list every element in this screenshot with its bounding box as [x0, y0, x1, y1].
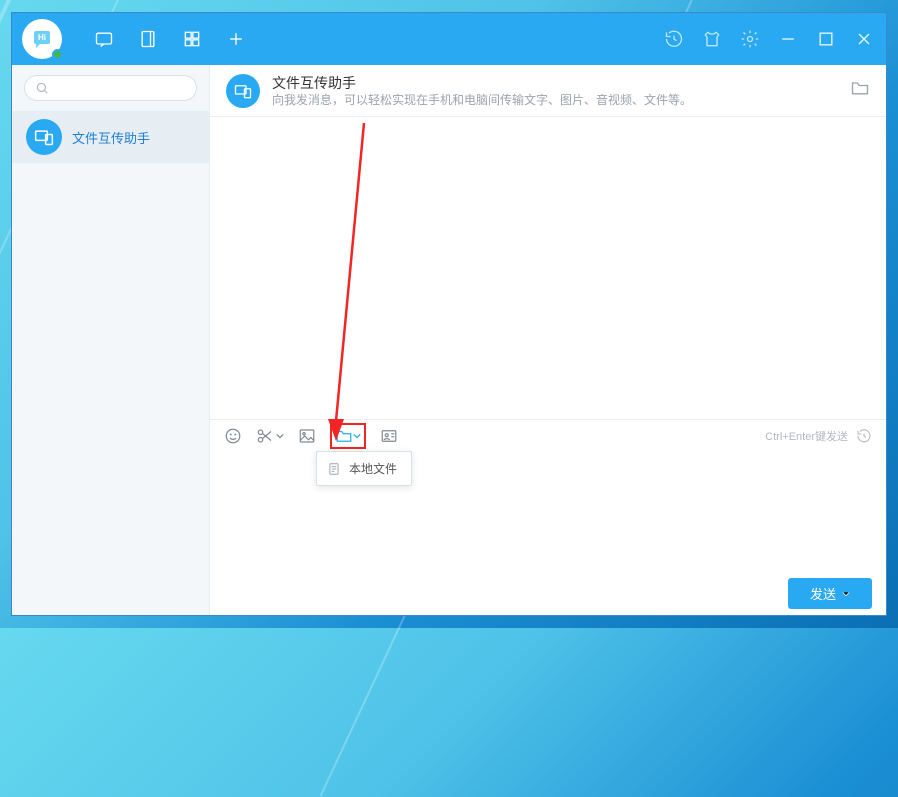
add-icon[interactable]	[226, 29, 246, 49]
devices-icon	[226, 74, 260, 108]
chevron-down-icon	[842, 586, 850, 601]
dropdown-item-local-file[interactable]: 本地文件	[317, 456, 411, 481]
chevron-down-icon	[276, 427, 284, 445]
minimize-icon[interactable]	[778, 29, 798, 49]
apps-icon[interactable]	[182, 29, 202, 49]
chat-header: 文件互传助手 向我发消息，可以轻松实现在手机和电脑间传输文字、图片、音视频、文件…	[210, 65, 886, 117]
svg-text:Hi: Hi	[38, 33, 46, 42]
send-hint: Ctrl+Enter键发送	[765, 428, 872, 444]
close-icon[interactable]	[854, 29, 874, 49]
send-button[interactable]: 发送	[788, 578, 872, 609]
send-file-tool[interactable]	[330, 423, 366, 449]
dropdown-label: 本地文件	[349, 460, 397, 477]
history-icon[interactable]	[856, 428, 872, 444]
input-toolbar: Ctrl+Enter键发送	[210, 419, 886, 451]
titlebar: Hi	[12, 13, 886, 65]
app-logo[interactable]: Hi	[22, 19, 62, 59]
titlebar-left-icons	[94, 29, 246, 49]
devices-icon	[26, 119, 62, 155]
message-area	[210, 117, 886, 419]
status-dot-icon	[52, 49, 63, 60]
chat-icon[interactable]	[94, 29, 114, 49]
search-input[interactable]	[24, 75, 197, 101]
sidebar: 文件互传助手	[12, 65, 210, 615]
annotation-arrow-icon	[328, 119, 368, 445]
emoji-icon[interactable]	[224, 427, 242, 445]
chat-title: 文件互传助手	[272, 74, 692, 92]
titlebar-right-icons	[664, 29, 878, 49]
contact-name: 文件互传助手	[72, 128, 150, 147]
file-dropdown: 本地文件	[316, 451, 412, 486]
app-window: Hi	[11, 12, 887, 616]
open-folder-icon[interactable]	[850, 78, 870, 103]
message-input[interactable]: 本地文件	[210, 451, 886, 571]
image-icon[interactable]	[298, 427, 316, 445]
sidebar-contact-file-assistant[interactable]: 文件互传助手	[12, 111, 209, 163]
settings-icon[interactable]	[740, 29, 760, 49]
history-icon[interactable]	[664, 29, 684, 49]
footer: 发送	[210, 571, 886, 615]
main-panel: 文件互传助手 向我发消息，可以轻松实现在手机和电脑间传输文字、图片、音视频、文件…	[210, 65, 886, 615]
screenshot-tool[interactable]	[256, 427, 284, 445]
skin-icon[interactable]	[702, 29, 722, 49]
maximize-icon[interactable]	[816, 29, 836, 49]
contact-card-icon[interactable]	[380, 427, 398, 445]
chat-subtitle: 向我发消息，可以轻松实现在手机和电脑间传输文字、图片、音视频、文件等。	[272, 92, 692, 108]
chevron-down-icon	[353, 427, 361, 445]
contacts-icon[interactable]	[138, 29, 158, 49]
